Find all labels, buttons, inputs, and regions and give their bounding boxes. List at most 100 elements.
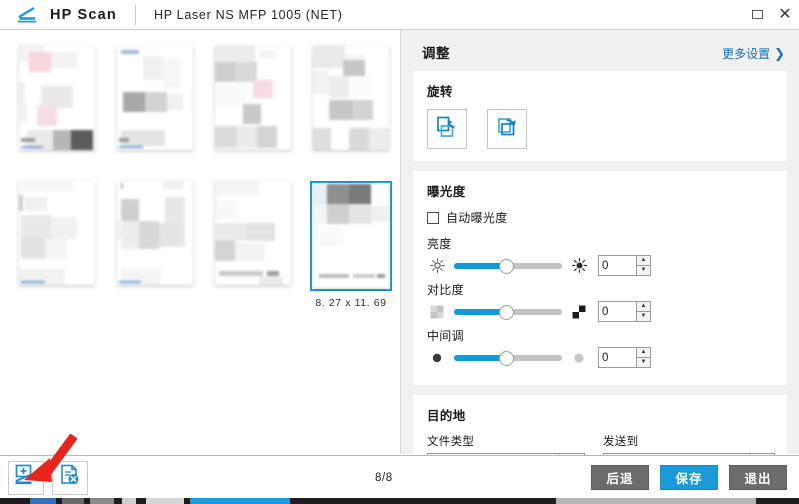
rotate-buttons (427, 109, 773, 149)
rotate-left-button[interactable] (427, 109, 467, 149)
chevron-right-icon: ❯ (774, 45, 785, 61)
delete-page-icon (58, 464, 82, 491)
taskbar-item-active[interactable] (190, 498, 290, 504)
send-to-label: 发送到 (603, 436, 639, 448)
contrast-slider[interactable] (454, 303, 562, 321)
list-item[interactable]: 8. 27 x 11. 69 (302, 181, 400, 316)
more-settings-label: 更多设置 (722, 47, 771, 61)
brightness-row: 0 ▲ ▼ (427, 255, 773, 276)
contrast-row: 0 ▲ ▼ (427, 301, 773, 322)
close-icon: ✕ (778, 5, 792, 23)
auto-exposure-row[interactable]: 自动曝光度 (427, 209, 773, 226)
midtone-thumb[interactable] (499, 350, 514, 366)
list-item[interactable] (8, 46, 106, 181)
page-thumbnail-4[interactable] (313, 46, 389, 150)
taskbar-item[interactable] (62, 498, 84, 504)
page-dimensions: 8. 27 x 11. 69 (315, 297, 387, 309)
list-item[interactable] (204, 46, 302, 181)
list-item[interactable] (302, 46, 400, 181)
thumbnail-pane[interactable]: 8. 27 x 11. 69 (0, 30, 401, 454)
midtone-light-icon (569, 349, 589, 367)
scanner-icon (17, 6, 43, 24)
rotate-title: 旋转 (427, 85, 453, 99)
brightness-increment[interactable]: ▲ (636, 255, 651, 266)
rotate-right-button[interactable] (487, 109, 527, 149)
contrast-value[interactable]: 0 (598, 301, 636, 322)
list-item[interactable] (106, 181, 204, 316)
contrast-high-icon (569, 303, 589, 321)
page-thumbnail-2[interactable] (117, 46, 193, 150)
exposure-title: 曝光度 (427, 185, 466, 199)
window-controls: ✕ (749, 0, 793, 29)
settings-pane: 调整 更多设置 ❯ 旋转 曝光度 自动曝光度 亮度 0 ▲ ▼ 对比度 0 ▲ … (401, 30, 799, 488)
settings-header: 调整 更多设置 ❯ (411, 30, 789, 71)
file-type-label: 文件类型 (427, 436, 475, 448)
hp-scan-window: HP Scan HP Laser NS MFP 1005 (NET) ✕ 8. … (0, 0, 799, 504)
brightness-value[interactable]: 0 (598, 255, 636, 276)
taskbar-item[interactable] (90, 498, 114, 504)
brightness-decrement[interactable]: ▼ (636, 265, 651, 276)
device-name: HP Laser NS MFP 1005 (NET) (153, 7, 343, 22)
page-thumbnail-3[interactable] (215, 46, 291, 150)
action-buttons: 后退 保存 退出 (591, 465, 787, 490)
page-thumbnail-1[interactable] (19, 46, 95, 150)
caret-down-icon: ▼ (640, 313, 647, 320)
caret-up-icon: ▲ (640, 303, 647, 310)
caret-up-icon: ▲ (640, 257, 647, 264)
midtone-label: 中间调 (427, 329, 464, 343)
contrast-low-icon (427, 303, 447, 321)
os-taskbar (0, 498, 799, 504)
add-scan-page-button[interactable] (8, 460, 44, 495)
title-bar: HP Scan HP Laser NS MFP 1005 (NET) ✕ (0, 0, 799, 30)
title-divider (134, 4, 136, 25)
taskbar-item[interactable] (30, 498, 56, 504)
page-thumbnail-7[interactable] (215, 181, 291, 285)
midtone-dark-icon (427, 349, 447, 367)
midtone-value[interactable]: 0 (598, 347, 636, 368)
more-settings-link[interactable]: 更多设置 ❯ (722, 45, 785, 62)
page-counter: 8/8 (375, 471, 393, 484)
midtone-increment[interactable]: ▲ (636, 347, 651, 358)
midtone-row: 0 ▲ ▼ (427, 347, 773, 368)
close-button[interactable]: ✕ (777, 5, 793, 23)
list-item[interactable] (204, 181, 302, 316)
contrast-increment[interactable]: ▲ (636, 301, 651, 312)
midtone-slider[interactable] (454, 349, 562, 367)
auto-exposure-checkbox[interactable] (427, 211, 439, 224)
contrast-decrement[interactable]: ▼ (636, 311, 651, 322)
exit-button[interactable]: 退出 (729, 465, 787, 490)
brightness-low-icon (427, 257, 447, 275)
thumbnail-grid: 8. 27 x 11. 69 (0, 30, 400, 316)
save-button[interactable]: 保存 (660, 465, 718, 490)
page-thumbnail-6[interactable] (117, 181, 193, 285)
rotate-right-icon (495, 115, 519, 144)
contrast-stepper[interactable]: 0 ▲ ▼ (598, 301, 651, 322)
taskbar-tray[interactable] (556, 498, 756, 504)
brightness-slider[interactable] (454, 257, 562, 275)
page-thumbnail-5[interactable] (19, 181, 95, 285)
page-thumbnail-8[interactable] (310, 181, 392, 291)
list-item[interactable] (106, 46, 204, 181)
midtone-decrement[interactable]: ▼ (636, 357, 651, 368)
brightness-thumb[interactable] (499, 258, 514, 274)
app-logo: HP Scan (17, 6, 117, 24)
brightness-stepper[interactable]: 0 ▲ ▼ (598, 255, 651, 276)
caret-down-icon: ▼ (640, 267, 647, 274)
caret-up-icon: ▲ (640, 349, 647, 356)
list-item[interactable] (8, 181, 106, 316)
midtone-stepper[interactable]: 0 ▲ ▼ (598, 347, 651, 368)
caret-down-icon: ▼ (640, 359, 647, 366)
minimize-button[interactable] (749, 7, 765, 23)
add-scan-page-icon (14, 464, 38, 491)
rotate-left-icon (435, 115, 459, 144)
rotate-card: 旋转 (413, 71, 787, 161)
taskbar-item[interactable] (146, 498, 184, 504)
contrast-thumb[interactable] (499, 304, 514, 320)
taskbar-item[interactable] (122, 498, 136, 504)
back-button[interactable]: 后退 (591, 465, 649, 490)
delete-page-button[interactable] (52, 460, 88, 495)
page-tools (8, 460, 88, 495)
auto-exposure-label: 自动曝光度 (446, 211, 508, 225)
brightness-high-icon (569, 257, 589, 275)
brightness-label: 亮度 (427, 237, 452, 251)
